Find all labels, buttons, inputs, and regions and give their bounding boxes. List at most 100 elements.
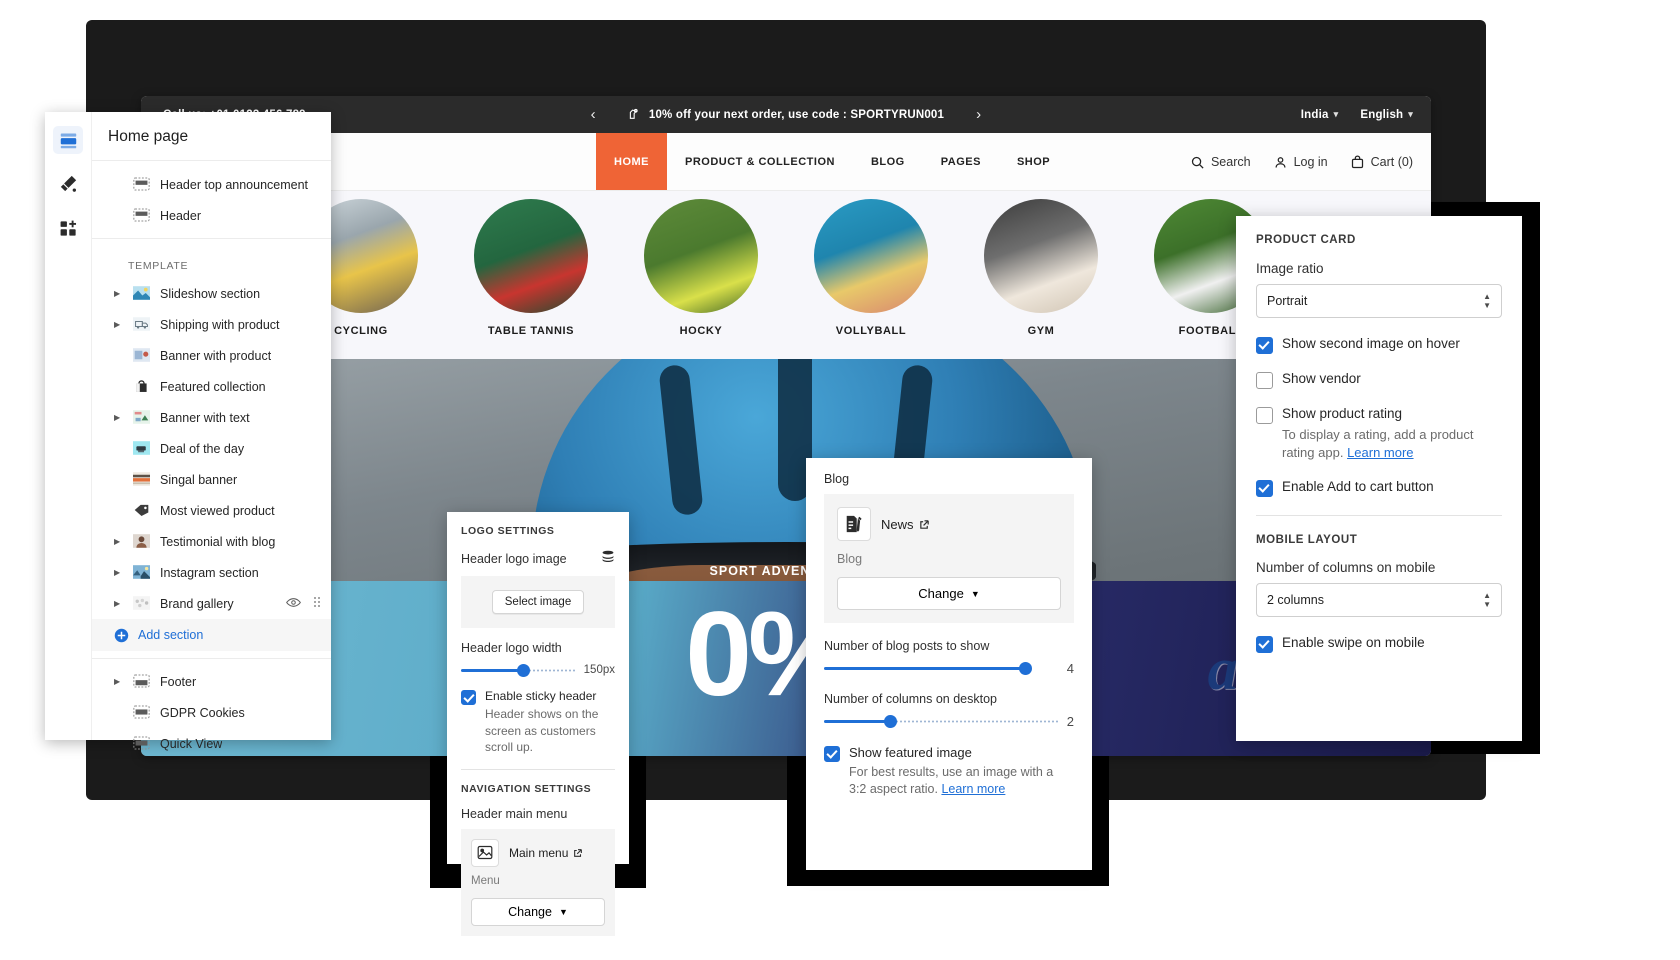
blog-resource-type: Blog xyxy=(837,552,863,566)
section-item-header[interactable]: Header xyxy=(92,200,331,231)
show-product-rating-row[interactable]: Show product rating To display a rating,… xyxy=(1256,406,1502,462)
columns-mobile-select[interactable]: 2 columns ▲ ▼ xyxy=(1256,582,1502,617)
twisty-icon[interactable]: ▶ xyxy=(114,289,124,298)
blog-columns-desktop-slider[interactable]: 2 xyxy=(824,714,1074,729)
drag-handle-icon[interactable] xyxy=(313,596,321,611)
language-selector[interactable]: English ▾ xyxy=(1360,109,1413,121)
section-item-brand-gallery[interactable]: ▶ Brand gallery xyxy=(92,588,331,619)
show-product-rating-label: Show product rating xyxy=(1282,406,1403,421)
search-button[interactable]: Search xyxy=(1190,155,1251,170)
prev-announcement-button[interactable]: ‹ xyxy=(585,106,602,123)
section-item-banner-with-product[interactable]: Banner with product xyxy=(92,340,331,371)
twisty-icon[interactable]: ▶ xyxy=(114,413,124,422)
nav-item-blog[interactable]: BLOG xyxy=(853,133,923,190)
section-item-slideshow-section[interactable]: ▶ Slideshow section xyxy=(92,278,331,309)
nav-item-shop[interactable]: SHOP xyxy=(999,133,1068,190)
thumb-glyph-icon xyxy=(133,533,150,548)
twisty-icon[interactable]: ▶ xyxy=(114,599,124,608)
add-section-button[interactable]: Add section xyxy=(92,619,331,651)
section-item-shipping-with-product[interactable]: ▶ Shipping with product xyxy=(92,309,331,340)
image-library-icon[interactable] xyxy=(601,550,615,568)
show-featured-image-checkbox[interactable] xyxy=(824,746,840,762)
show-featured-image-row[interactable]: Show featured image For best results, us… xyxy=(824,745,1074,799)
select-image-button[interactable]: Select image xyxy=(491,590,585,614)
blog-field-label: Blog xyxy=(824,472,850,486)
collection-item[interactable]: GYM xyxy=(967,199,1115,337)
show-vendor-row[interactable]: Show vendor xyxy=(1256,371,1502,389)
section-item-header-top-announcement[interactable]: Header top announcement xyxy=(92,169,331,200)
twisty-icon[interactable]: ▶ xyxy=(114,320,124,329)
section-item-deal-of-the-day[interactable]: Deal of the day xyxy=(92,433,331,464)
section-item-featured-collection[interactable]: Featured collection xyxy=(92,371,331,402)
collection-image xyxy=(644,199,758,313)
nav-item-home[interactable]: HOME xyxy=(596,133,667,190)
collection-item[interactable]: TABLE TANNIS xyxy=(457,199,605,337)
menu-name-text: Main menu xyxy=(509,845,569,860)
enable-add-to-cart-row[interactable]: Enable Add to cart button xyxy=(1256,479,1502,497)
section-item-most-viewed-product[interactable]: Most viewed product xyxy=(92,495,331,526)
slider-track[interactable] xyxy=(824,715,1059,729)
section-icon xyxy=(133,736,151,752)
header-logo-width-slider[interactable]: 150px xyxy=(461,663,615,677)
collection-item[interactable]: VOLLYBALL xyxy=(797,199,945,337)
blog-name-text: News xyxy=(881,516,914,532)
section-item-banner-with-text[interactable]: ▶ Banner with text xyxy=(92,402,331,433)
section-label: Header top announcement xyxy=(160,177,309,192)
section-item-singal-banner[interactable]: Singal banner xyxy=(92,464,331,495)
slider-knob[interactable] xyxy=(1019,662,1032,675)
enable-swipe-checkbox[interactable] xyxy=(1256,635,1273,653)
thumb-glyph-icon xyxy=(133,316,150,331)
enable-sticky-header-checkbox[interactable] xyxy=(461,690,476,705)
nav-item-pages[interactable]: PAGES xyxy=(923,133,999,190)
drag-dots-icon xyxy=(314,597,320,607)
nav-item-product-collection[interactable]: PRODUCT & COLLECTION xyxy=(667,133,853,190)
enable-add-to-cart-checkbox[interactable] xyxy=(1256,479,1273,497)
sections-sidebar: Home page Header top announcement Header… xyxy=(45,112,331,751)
section-label: Brand gallery xyxy=(160,596,234,611)
slider-knob[interactable] xyxy=(517,663,530,677)
show-product-rating-checkbox[interactable] xyxy=(1256,407,1273,424)
product-rating-learn-more-link[interactable]: Learn more xyxy=(1347,445,1413,460)
external-link-icon[interactable] xyxy=(919,519,930,530)
paint-brush-icon xyxy=(60,175,77,192)
slider-track[interactable] xyxy=(461,663,576,677)
change-blog-button[interactable]: Change ▼ xyxy=(837,577,1061,610)
hide-section-eye-icon[interactable] xyxy=(286,597,301,611)
show-vendor-checkbox[interactable] xyxy=(1256,372,1273,389)
section-item-gdpr-cookies[interactable]: GDPR Cookies xyxy=(92,697,331,728)
apps-icon[interactable] xyxy=(53,214,83,242)
enable-swipe-row[interactable]: Enable swipe on mobile xyxy=(1256,635,1502,653)
theme-settings-icon[interactable] xyxy=(53,170,83,198)
twisty-icon[interactable]: ▶ xyxy=(114,537,124,546)
show-second-image-checkbox[interactable] xyxy=(1256,337,1273,354)
featured-image-learn-more-link[interactable]: Learn more xyxy=(941,782,1005,796)
next-announcement-button[interactable]: › xyxy=(970,106,987,123)
chevron-down-icon: ▼ xyxy=(558,906,568,917)
enable-sticky-header-row[interactable]: Enable sticky header Header shows on the… xyxy=(461,689,615,756)
show-featured-image-label: Show featured image xyxy=(849,745,972,760)
banner-thumb-icon xyxy=(133,347,151,364)
slider-track[interactable] xyxy=(824,662,1059,676)
image-ratio-select[interactable]: Portrait ▲ ▼ xyxy=(1256,284,1502,318)
login-button[interactable]: Log in xyxy=(1273,155,1328,170)
section-item-footer[interactable]: ▶ Footer xyxy=(92,666,331,697)
change-menu-button[interactable]: Change ▼ xyxy=(471,897,605,926)
section-item-testimonial-with-blog[interactable]: ▶ Testimonial with blog xyxy=(92,526,331,557)
blog-thumbnail-icon xyxy=(837,507,871,541)
collection-item[interactable]: HOCKY xyxy=(627,199,775,337)
show-second-image-row[interactable]: Show second image on hover xyxy=(1256,336,1502,354)
cart-button[interactable]: Cart (0) xyxy=(1350,154,1413,170)
sections-icon[interactable] xyxy=(53,126,83,154)
main-menu: HOME PRODUCT & COLLECTION BLOG PAGES SHO… xyxy=(596,133,1068,190)
collection-thumb-icon xyxy=(133,379,151,395)
menu-resource-picker: Main menu Menu Change ▼ xyxy=(461,828,615,936)
twisty-icon[interactable]: ▶ xyxy=(114,677,124,686)
section-item-instagram-section[interactable]: ▶ Instagram section xyxy=(92,557,331,588)
thumb-glyph-icon xyxy=(133,471,150,486)
country-selector[interactable]: India ▾ xyxy=(1301,109,1339,121)
twisty-icon[interactable]: ▶ xyxy=(114,568,124,577)
section-item-quick-view[interactable]: Quick View xyxy=(92,728,331,759)
slider-knob[interactable] xyxy=(884,715,897,728)
external-link-icon[interactable] xyxy=(573,848,583,858)
blog-posts-count-slider[interactable]: 4 xyxy=(824,661,1074,676)
